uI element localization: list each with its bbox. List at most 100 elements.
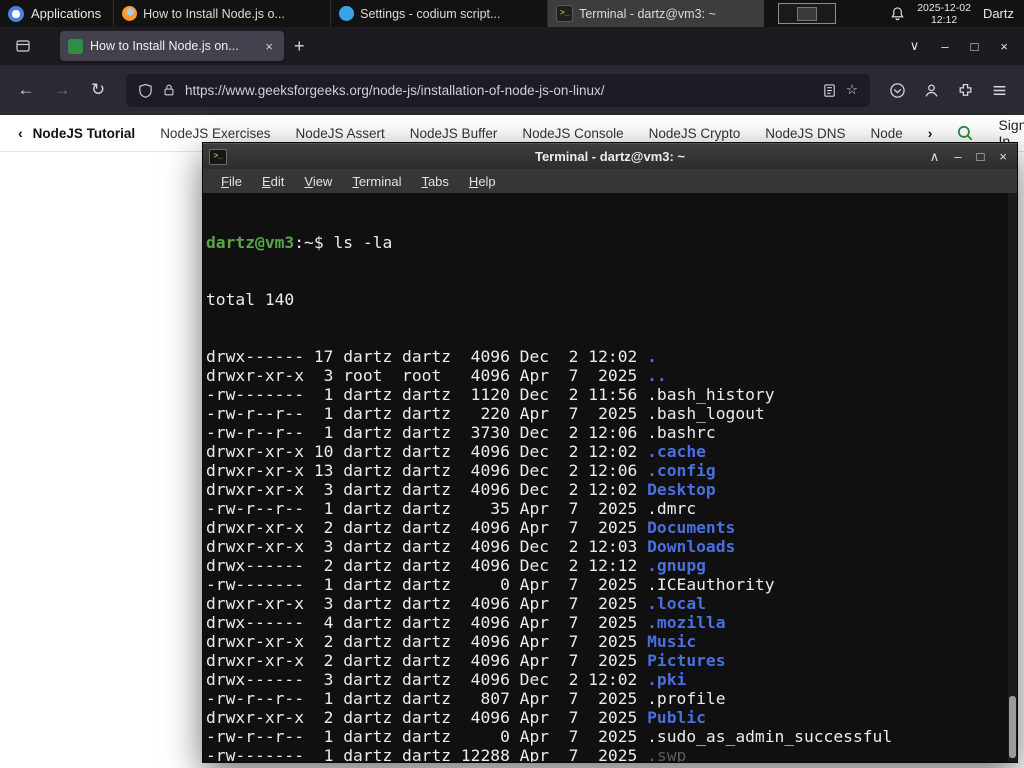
terminal-line: -rw-r--r-- 1 dartz dartz 0 Apr 7 2025 .s… xyxy=(206,727,893,746)
terminal-scrollbar[interactable] xyxy=(1008,193,1017,762)
browser-tab[interactable]: How to Install Node.js on... × xyxy=(60,31,284,61)
terminal-line: drwxr-xr-x 3 dartz dartz 4096 Apr 7 2025… xyxy=(206,594,706,613)
pocket-icon[interactable] xyxy=(882,75,912,105)
terminal-line: drwxr-xr-x 3 dartz dartz 4096 Dec 2 12:0… xyxy=(206,480,716,499)
task-label: Settings - codium script... xyxy=(360,6,501,21)
site-nav-link[interactable]: NodeJS Assert xyxy=(295,126,384,141)
menu-tabs[interactable]: Tabs xyxy=(411,171,458,192)
site-nav-active[interactable]: ‹ NodeJS Tutorial xyxy=(18,125,135,141)
top-panel: Applications How to Install Node.js o...… xyxy=(0,0,1024,27)
site-nav-link[interactable]: Node xyxy=(871,126,903,141)
terminal-minimize-button[interactable]: – xyxy=(954,149,961,165)
terminal-line: drwxr-xr-x 10 dartz dartz 4096 Dec 2 12:… xyxy=(206,442,706,461)
terminal-line: drwx------ 17 dartz dartz 4096 Dec 2 12:… xyxy=(206,347,657,366)
terminal-line: -rw------- 1 dartz dartz 0 Apr 7 2025 .I… xyxy=(206,575,775,594)
notifications-bell-icon[interactable] xyxy=(890,6,905,21)
terminal-icon xyxy=(556,5,574,22)
taskbar-item-codium[interactable]: Settings - codium script... xyxy=(330,0,547,27)
user-name: Dartz xyxy=(982,6,1014,21)
terminal-menubar: File Edit View Terminal Tabs Help xyxy=(203,169,1017,193)
lock-icon[interactable] xyxy=(162,83,176,97)
url-text[interactable]: https://www.geeksforgeeks.org/node-js/in… xyxy=(185,83,813,98)
firefox-icon xyxy=(122,6,138,21)
list-all-tabs-icon[interactable]: ∨ xyxy=(910,38,920,54)
terminal-maximize-button[interactable]: □ xyxy=(977,149,985,165)
reader-mode-icon[interactable] xyxy=(822,83,837,98)
terminal-prompt-line: dartz@vm3:~$ ls -la xyxy=(206,233,1017,252)
terminal-line: -rw-r--r-- 1 dartz dartz 3730 Dec 2 12:0… xyxy=(206,423,716,442)
tab-bar: How to Install Node.js on... × + ∨ – □ × xyxy=(0,27,1024,65)
search-icon[interactable] xyxy=(956,124,974,142)
terminal-line: -rw-r--r-- 1 dartz dartz 807 Apr 7 2025 … xyxy=(206,689,726,708)
bookmark-star-icon[interactable]: ☆ xyxy=(846,82,858,98)
terminal-content[interactable]: dartz@vm3:~$ ls -la total 140 drwx------… xyxy=(203,193,1017,762)
site-nav-link[interactable]: NodeJS Console xyxy=(522,126,623,141)
panel-status-area: 2025-12-02 12:12 Dartz xyxy=(880,0,1024,27)
terminal-line: -rw------- 1 dartz dartz 12288 Apr 7 202… xyxy=(206,746,687,762)
site-nav-link[interactable]: NodeJS DNS xyxy=(765,126,845,141)
minimize-button[interactable]: – xyxy=(941,39,948,54)
menu-terminal[interactable]: Terminal xyxy=(342,171,411,192)
clock-date: 2025-12-02 xyxy=(917,1,971,14)
scroll-left-icon[interactable]: ‹ xyxy=(18,125,23,141)
site-favicon xyxy=(68,38,83,54)
terminal-line: drwxr-xr-x 13 dartz dartz 4096 Dec 2 12:… xyxy=(206,461,716,480)
terminal-close-button[interactable]: × xyxy=(999,149,1007,165)
codium-icon xyxy=(339,6,355,21)
applications-label: Applications xyxy=(31,6,102,21)
prompt-text: dartz@vm3 xyxy=(206,233,295,252)
terminal-line: drwxr-xr-x 3 root root 4096 Apr 7 2025 .… xyxy=(206,366,667,385)
terminal-line: -rw------- 1 dartz dartz 1120 Dec 2 11:5… xyxy=(206,385,775,404)
navigation-toolbar: ← → ↻ https://www.geeksforgeeks.org/node… xyxy=(0,65,1024,115)
terminal-window-icon xyxy=(209,148,227,165)
scrollbar-thumb[interactable] xyxy=(1009,696,1016,758)
terminal-line: drwxr-xr-x 2 dartz dartz 4096 Apr 7 2025… xyxy=(206,651,726,670)
terminal-total-line: total 140 xyxy=(206,290,295,309)
menu-edit[interactable]: Edit xyxy=(252,171,294,192)
taskbar-item-terminal[interactable]: Terminal - dartz@vm3: ~ xyxy=(547,0,765,27)
terminal-line: drwx------ 3 dartz dartz 4096 Dec 2 12:0… xyxy=(206,670,687,689)
screen: Applications How to Install Node.js o...… xyxy=(0,0,1024,768)
terminal-line: drwxr-xr-x 3 dartz dartz 4096 Dec 2 12:0… xyxy=(206,537,736,556)
site-nav-link[interactable]: NodeJS Buffer xyxy=(410,126,498,141)
site-nav-active-label: NodeJS Tutorial xyxy=(32,125,136,141)
tab-close-icon[interactable]: × xyxy=(262,39,276,54)
applications-menu[interactable]: Applications xyxy=(0,0,113,27)
terminal-line: -rw-r--r-- 1 dartz dartz 220 Apr 7 2025 … xyxy=(206,404,765,423)
menu-hamburger-icon[interactable] xyxy=(984,75,1014,105)
site-nav-link[interactable]: NodeJS Exercises xyxy=(160,126,270,141)
terminal-line: drwxr-xr-x 2 dartz dartz 4096 Apr 7 2025… xyxy=(206,518,736,537)
menu-view[interactable]: View xyxy=(294,171,342,192)
tab-title: How to Install Node.js on... xyxy=(90,39,239,53)
back-button[interactable]: ← xyxy=(10,74,42,106)
maximize-button[interactable]: □ xyxy=(971,39,979,54)
taskbar-item-firefox[interactable]: How to Install Node.js o... xyxy=(113,0,330,27)
window-controls: ∨ – □ × xyxy=(910,38,1016,54)
terminal-line: drwxr-xr-x 2 dartz dartz 4096 Apr 7 2025… xyxy=(206,632,697,651)
task-label: How to Install Node.js o... xyxy=(143,6,285,21)
clock[interactable]: 2025-12-02 12:12 xyxy=(917,2,971,26)
forward-button[interactable]: → xyxy=(46,74,78,106)
workspace-switcher[interactable] xyxy=(778,3,837,24)
menu-file[interactable]: File xyxy=(211,171,252,192)
terminal-line: -rw-r--r-- 1 dartz dartz 35 Apr 7 2025 .… xyxy=(206,499,697,518)
site-nav-link[interactable]: NodeJS Crypto xyxy=(649,126,741,141)
firefox-view-icon[interactable] xyxy=(8,33,38,59)
clock-time: 12:12 xyxy=(930,13,958,26)
terminal-titlebar[interactable]: Terminal - dartz@vm3: ~ ∧ – □ × xyxy=(203,143,1017,169)
scroll-right-icon[interactable]: › xyxy=(928,125,933,141)
close-button[interactable]: × xyxy=(1000,39,1008,54)
reload-button[interactable]: ↻ xyxy=(82,74,114,106)
menu-help[interactable]: Help xyxy=(459,171,506,192)
tracking-shield-icon[interactable] xyxy=(138,83,153,98)
shade-button[interactable]: ∧ xyxy=(930,149,940,165)
account-icon[interactable] xyxy=(916,75,946,105)
new-tab-button[interactable]: + xyxy=(284,36,315,57)
terminal-window-controls: ∧ – □ × xyxy=(930,149,1017,165)
extensions-icon[interactable] xyxy=(950,75,980,105)
applications-icon xyxy=(8,5,24,22)
terminal-line: drwxr-xr-x 2 dartz dartz 4096 Apr 7 2025… xyxy=(206,708,706,727)
mini-window xyxy=(797,7,818,21)
terminal-window: Terminal - dartz@vm3: ~ ∧ – □ × File Edi… xyxy=(202,142,1018,763)
url-bar[interactable]: https://www.geeksforgeeks.org/node-js/in… xyxy=(126,73,870,107)
